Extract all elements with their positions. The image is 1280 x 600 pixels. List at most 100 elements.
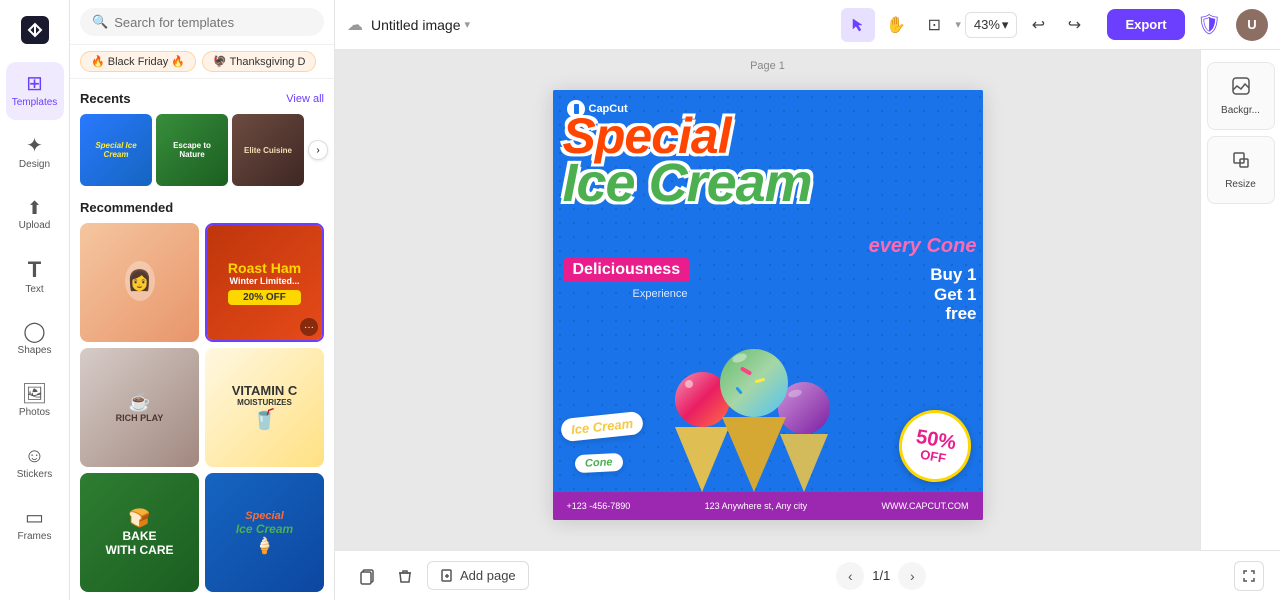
templates-panel: 🔍 🔥 Black Friday 🔥 🦃 Thanksgiving D Rece…: [70, 0, 335, 600]
background-button[interactable]: Backgr...: [1207, 62, 1275, 130]
zoom-chevron: ▾: [1002, 17, 1009, 33]
recents-section-header: Recents View all: [80, 91, 324, 106]
upload-icon: ⬆: [27, 199, 42, 217]
delete-page-button[interactable]: [389, 560, 421, 592]
rec-thumb-3-inner: ☕ RICH PLAY: [80, 348, 199, 467]
frame-tool[interactable]: ⊡: [917, 8, 951, 42]
ice-cream-text: Ice Cream: [563, 159, 983, 208]
resize-button[interactable]: Resize: [1207, 136, 1275, 204]
recent-thumb-3[interactable]: Elite Cuisine: [232, 114, 304, 186]
doc-title[interactable]: Untitled image ▾: [371, 17, 470, 33]
prev-page-button[interactable]: ‹: [836, 562, 864, 590]
doc-title-text: Untitled image: [371, 17, 461, 33]
rec-thumb-3[interactable]: ☕ RICH PLAY: [80, 348, 199, 467]
shield-icon: 🛡: [1197, 12, 1222, 37]
recents-chevron-right[interactable]: ›: [308, 140, 328, 160]
recent-thumb-2[interactable]: Escape to Nature: [156, 114, 228, 186]
right-panel: Backgr... Resize: [1200, 50, 1280, 550]
search-bar-container: 🔍: [70, 0, 334, 45]
deliciousness-text: Deliciousness: [563, 258, 691, 282]
rec-thumb-5[interactable]: 🍞 BAKE WITH CARE: [80, 473, 199, 592]
recent-thumb-1-inner: Special Ice Cream: [80, 114, 152, 186]
zoom-control[interactable]: 43% ▾: [965, 12, 1018, 38]
rec-thumb-4[interactable]: VITAMIN C MOISTURIZES 🥤: [205, 348, 324, 467]
recent-thumb-3-inner: Elite Cuisine: [232, 114, 304, 186]
sidebar-item-upload[interactable]: ⬆ Upload: [6, 186, 64, 244]
sidebar-item-photos[interactable]: 🖼 Photos: [6, 372, 64, 430]
canvas-area[interactable]: Page 1 CapCut Special Ice Cream: [335, 50, 1200, 550]
user-avatar[interactable]: U: [1236, 9, 1268, 41]
sidebar-item-templates-label: Templates: [12, 97, 58, 108]
photos-icon: 🖼: [22, 384, 47, 404]
sidebar-item-stickers-label: Stickers: [17, 469, 53, 480]
sidebar-item-upload-label: Upload: [19, 220, 51, 231]
redo-button[interactable]: ↪: [1057, 8, 1091, 42]
export-button[interactable]: Export: [1107, 9, 1184, 40]
rec-thumb-1-inner: 👩: [80, 223, 199, 342]
footer-web: WWW.CAPCUT.COM: [882, 501, 969, 511]
cone-center: [720, 349, 788, 492]
resize-icon: [1231, 150, 1251, 175]
search-icon: 🔍: [92, 14, 108, 30]
rec-thumb-6-inner: Special Ice Cream 🍦: [205, 473, 324, 592]
undo-redo-group: ↩ ↪: [1021, 8, 1091, 42]
rec-thumb-2-more[interactable]: ···: [300, 318, 318, 336]
shapes-icon: ◯: [23, 322, 45, 342]
recent-thumb-1[interactable]: Special Ice Cream: [80, 114, 152, 186]
add-page-button[interactable]: Add page: [427, 561, 529, 590]
undo-button[interactable]: ↩: [1021, 8, 1055, 42]
sidebar-item-photos-label: Photos: [19, 407, 50, 418]
cone-bubble: Cone: [574, 453, 622, 473]
rec-thumb-1[interactable]: 👩: [80, 223, 199, 342]
background-icon: [1231, 76, 1251, 101]
add-page-label: Add page: [460, 568, 516, 583]
recent-thumb-2-inner: Escape to Nature: [156, 114, 228, 186]
rec-thumb-6[interactable]: Special Ice Cream 🍦: [205, 473, 324, 592]
recents-title: Recents: [80, 91, 131, 106]
footer-phone: +123 -456-7890: [567, 501, 631, 511]
sidebar-item-frames[interactable]: ▭ Frames: [6, 496, 64, 554]
sidebar-item-design-label: Design: [19, 159, 50, 170]
sidebar-item-stickers[interactable]: ☺ Stickers: [6, 434, 64, 492]
search-input-wrap: 🔍: [80, 8, 324, 36]
hand-tool[interactable]: ✋: [879, 8, 913, 42]
experience-text: Experience: [633, 288, 688, 300]
doc-title-chevron: ▾: [465, 18, 471, 31]
sidebar-item-templates[interactable]: ⊞ Templates: [6, 62, 64, 120]
search-input[interactable]: [114, 15, 312, 30]
view-all-button[interactable]: View all: [286, 93, 324, 105]
rec-thumb-5-inner: 🍞 BAKE WITH CARE: [80, 473, 199, 592]
tag-black-friday[interactable]: 🔥 Black Friday 🔥: [80, 51, 196, 72]
copy-page-button[interactable]: [351, 560, 383, 592]
background-label: Backgr...: [1221, 105, 1260, 116]
panel-scroll: Recents View all Special Ice Cream Escap…: [70, 79, 334, 600]
frames-icon: ▭: [25, 508, 44, 528]
app-logo[interactable]: [15, 10, 55, 50]
frame-tool-chevron: ▾: [955, 18, 961, 31]
bottom-right-tools: [1234, 561, 1264, 591]
hand-icon: ✋: [886, 15, 906, 35]
page-indicator: 1/1: [872, 568, 890, 583]
next-page-button[interactable]: ›: [898, 562, 926, 590]
footer-address: 123 Anywhere st, Any city: [705, 501, 808, 511]
recommended-title: Recommended: [80, 200, 173, 215]
sidebar-item-frames-label: Frames: [18, 531, 52, 542]
sidebar-item-shapes-label: Shapes: [18, 345, 52, 356]
sidebar-item-design[interactable]: ✦ Design: [6, 124, 64, 182]
sidebar-item-shapes[interactable]: ◯ Shapes: [6, 310, 64, 368]
text-icon: T: [28, 259, 41, 281]
stickers-icon: ☺: [24, 446, 44, 466]
sidebar-item-text[interactable]: T Text: [6, 248, 64, 306]
canvas-footer: +123 -456-7890 123 Anywhere st, Any city…: [553, 492, 983, 520]
resize-label: Resize: [1225, 179, 1256, 190]
recents-grid: Special Ice Cream Escape to Nature Elite…: [80, 114, 324, 186]
expand-button[interactable]: [1234, 561, 1264, 591]
cloud-icon: ☁: [347, 15, 363, 35]
pointer-tool[interactable]: [841, 8, 875, 42]
canvas-frame[interactable]: CapCut Special Ice Cream every Cone: [553, 90, 983, 520]
tag-thanksgiving[interactable]: 🦃 Thanksgiving D: [202, 51, 316, 72]
every-cone-text: every Cone: [869, 235, 977, 258]
zoom-value: 43%: [974, 17, 1000, 32]
frame-icon: ⊡: [928, 15, 941, 35]
rec-thumb-2[interactable]: Roast Ham Winter Limited... 20% OFF ···: [205, 223, 324, 342]
